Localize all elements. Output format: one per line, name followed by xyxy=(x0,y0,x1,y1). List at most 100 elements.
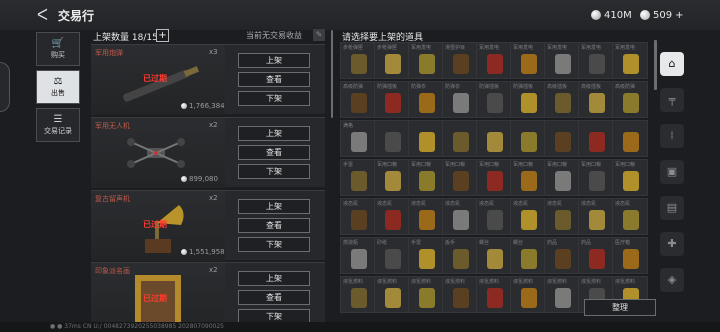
inventory-slot[interactable] xyxy=(510,120,546,157)
item-thumbnail-icon xyxy=(385,93,401,113)
inventory-slot[interactable]: 军用口粮 xyxy=(510,159,546,196)
tab-supply[interactable]: ▤ xyxy=(660,196,684,220)
inventory-slot[interactable]: 高级插板 xyxy=(544,81,580,118)
back-arrow-icon[interactable]: ᐸ xyxy=(37,7,51,23)
tab-medical[interactable]: ✚ xyxy=(660,232,684,256)
item-thumbnail-icon xyxy=(351,132,367,152)
inventory-slot[interactable]: 高级插板 xyxy=(578,81,614,118)
inventory-slot[interactable] xyxy=(374,120,410,157)
inventory-slot[interactable]: 液态氮 xyxy=(544,198,580,235)
inventory-slot[interactable]: 液氢燃料 xyxy=(544,276,580,313)
inventory-slot[interactable]: 液态氮 xyxy=(442,198,478,235)
inventory-slot[interactable]: 军用口粮 xyxy=(476,159,512,196)
inventory-slot[interactable]: 螺丝 xyxy=(476,237,512,274)
inventory-slot[interactable] xyxy=(612,120,648,157)
inventory-item-name: 药品 xyxy=(547,240,558,246)
inventory-slot[interactable]: 军用发电 xyxy=(510,42,546,79)
inventory-slot[interactable]: 液态氮 xyxy=(510,198,546,235)
tab-ammo[interactable]: ⁞ xyxy=(660,124,684,148)
inventory-slot[interactable]: 医疗箱 xyxy=(612,237,648,274)
inventory-slot[interactable] xyxy=(544,120,580,157)
inventory-slot[interactable]: 液态氮 xyxy=(408,198,444,235)
inventory-slot[interactable]: 高级防弹 xyxy=(612,81,648,118)
inventory-slot[interactable]: 液态氮 xyxy=(578,198,614,235)
inventory-slot[interactable]: 扳手 xyxy=(442,237,478,274)
inventory-slot[interactable]: 手雷 xyxy=(340,159,376,196)
inventory-slot[interactable]: 防弹插板 xyxy=(476,81,512,118)
view-button[interactable]: 查看 xyxy=(238,218,310,233)
inventory-slot[interactable]: 防弹衣 xyxy=(408,81,444,118)
remove-button[interactable]: 下架 xyxy=(238,91,310,106)
sort-button[interactable]: 整理 xyxy=(584,299,656,316)
nav-records[interactable]: ☰ 交易记录 xyxy=(36,108,80,142)
nav-buy[interactable]: 🛒 购买 xyxy=(36,32,80,66)
inventory-slot[interactable] xyxy=(578,120,614,157)
remove-button[interactable]: 下架 xyxy=(238,164,310,179)
inventory-slot[interactable]: 军用口粮 xyxy=(374,159,410,196)
inventory-slot[interactable]: 满格 xyxy=(340,120,376,157)
view-button[interactable]: 查看 xyxy=(238,290,310,305)
inventory-slot[interactable]: 液氢燃料 xyxy=(340,276,376,313)
inventory-slot[interactable]: 军用发电 xyxy=(578,42,614,79)
inventory-slot[interactable]: 军用发电 xyxy=(408,42,444,79)
inventory-slot[interactable]: 液态氮 xyxy=(374,198,410,235)
inventory-scrollbar[interactable] xyxy=(654,40,657,90)
item-thumbnail-icon xyxy=(453,249,469,269)
inventory-item-name: 扳手 xyxy=(445,240,456,246)
add-slot-button[interactable]: + xyxy=(156,29,169,42)
inventory-slot[interactable]: 药品 xyxy=(578,237,614,274)
inventory-slot[interactable]: 液态氮 xyxy=(476,198,512,235)
nav-sell[interactable]: ⚖ 出售 xyxy=(36,70,80,104)
add-currency-icon[interactable]: + xyxy=(675,10,683,21)
inventory-slot[interactable]: 液氢燃料 xyxy=(374,276,410,313)
tab-all[interactable]: ⌂ xyxy=(660,52,684,76)
inventory-slot[interactable]: 液氢燃料 xyxy=(408,276,444,313)
inventory-slot[interactable]: 军用口粮 xyxy=(544,159,580,196)
inventory-slot[interactable]: 药品 xyxy=(544,237,580,274)
currency-gold[interactable]: 509 + xyxy=(640,8,683,22)
inventory-slot[interactable]: 液态氮 xyxy=(340,198,376,235)
inventory-slot[interactable]: 军用发电 xyxy=(544,42,580,79)
inventory-slot[interactable]: 军用发电 xyxy=(612,42,648,79)
side-drawer-handle[interactable] xyxy=(0,62,10,112)
inventory-slot[interactable]: 液氢燃料 xyxy=(510,276,546,313)
tab-misc[interactable]: ◈ xyxy=(660,268,684,292)
inventory-slot[interactable]: 手雷 xyxy=(408,237,444,274)
inventory-slot[interactable]: 军用口粮 xyxy=(578,159,614,196)
inventory-slot[interactable]: 液态氮 xyxy=(612,198,648,235)
list-button[interactable]: 上架 xyxy=(238,199,310,214)
inventory-slot[interactable]: 高级防弹 xyxy=(340,81,376,118)
inventory-slot[interactable]: 步枪弹匣 xyxy=(374,42,410,79)
inventory-slot[interactable]: 军用口粮 xyxy=(442,159,478,196)
view-button[interactable]: 查看 xyxy=(238,72,310,87)
listing-card: 印象派名画 x2 已过期 上架 查看 下架 xyxy=(91,262,325,322)
listing-scrollbar[interactable] xyxy=(331,30,333,118)
inventory-slot[interactable]: 液氢燃料 xyxy=(442,276,478,313)
inventory-slot[interactable]: 螺丝 xyxy=(510,237,546,274)
inventory-slot[interactable]: 砂纸 xyxy=(374,237,410,274)
item-thumbnail-icon xyxy=(623,54,639,74)
view-button[interactable]: 查看 xyxy=(238,145,310,160)
inventory-slot[interactable]: 防弹插板 xyxy=(510,81,546,118)
tab-gun[interactable]: ╤ xyxy=(660,88,684,112)
item-thumbnail-icon xyxy=(385,288,401,308)
inventory-slot[interactable]: 滑雪护目 xyxy=(442,42,478,79)
inventory-slot[interactable]: 军用发电 xyxy=(476,42,512,79)
inventory-slot[interactable]: 步枪弹匣 xyxy=(340,42,376,79)
inventory-slot[interactable]: 燃烧瓶 xyxy=(340,237,376,274)
list-button[interactable]: 上架 xyxy=(238,271,310,286)
claim-income-icon[interactable]: ✎ xyxy=(313,29,325,41)
inventory-slot[interactable]: 防弹插板 xyxy=(374,81,410,118)
remove-button[interactable]: 下架 xyxy=(238,309,310,322)
tab-armor[interactable]: ▣ xyxy=(660,160,684,184)
inventory-slot[interactable]: 军用口粮 xyxy=(408,159,444,196)
remove-button[interactable]: 下架 xyxy=(238,237,310,252)
list-button[interactable]: 上架 xyxy=(238,53,310,68)
list-button[interactable]: 上架 xyxy=(238,126,310,141)
inventory-slot[interactable] xyxy=(408,120,444,157)
inventory-slot[interactable]: 防弹衣 xyxy=(442,81,478,118)
inventory-slot[interactable]: 液氢燃料 xyxy=(476,276,512,313)
inventory-slot[interactable] xyxy=(442,120,478,157)
inventory-slot[interactable] xyxy=(476,120,512,157)
inventory-slot[interactable]: 军用口粮 xyxy=(612,159,648,196)
